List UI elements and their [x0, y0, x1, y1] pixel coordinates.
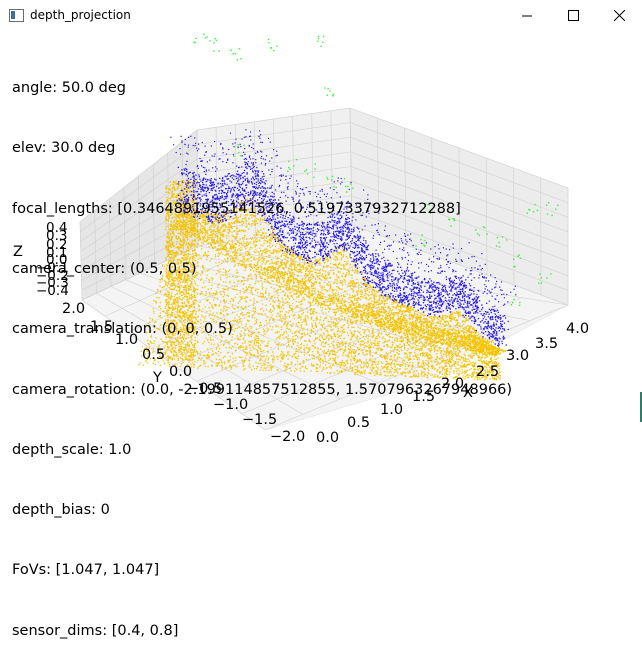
minimize-icon — [522, 10, 533, 21]
title-bar: depth_projection — [0, 0, 642, 31]
window-title: depth_projection — [30, 8, 131, 22]
maximize-icon — [568, 10, 579, 21]
close-icon — [614, 10, 625, 21]
close-button[interactable] — [596, 0, 642, 31]
maximize-button[interactable] — [550, 0, 596, 31]
window-icon — [9, 9, 24, 22]
minimize-button[interactable] — [504, 0, 550, 31]
